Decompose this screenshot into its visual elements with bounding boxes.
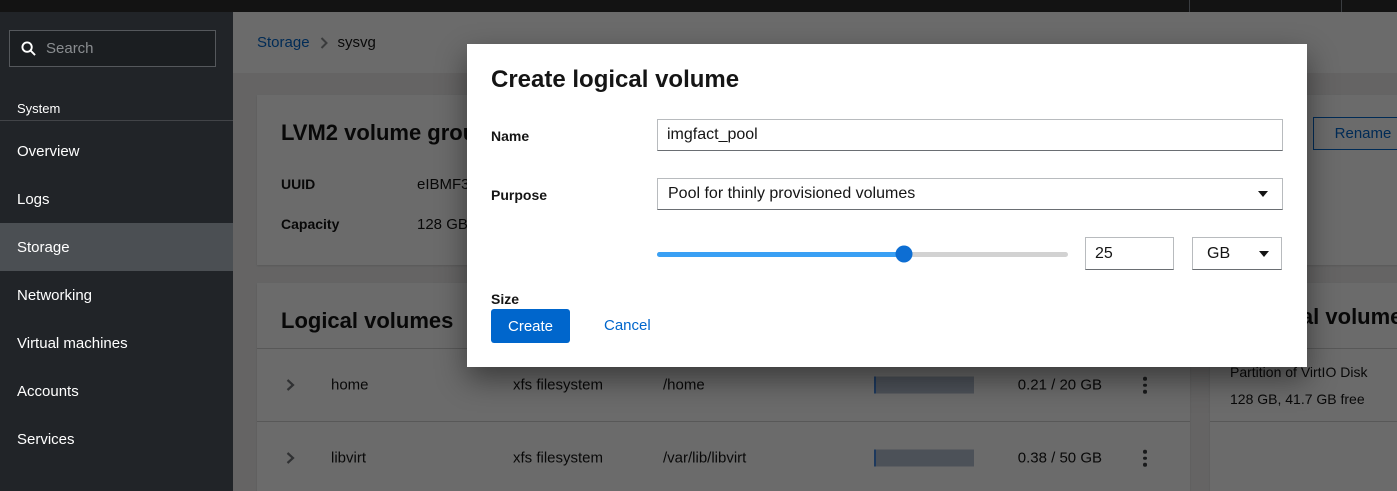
sidebar-section-label: System (17, 101, 60, 116)
name-field[interactable] (657, 119, 1283, 151)
sidebar-search[interactable] (9, 30, 216, 67)
size-value-field[interactable] (1085, 237, 1174, 270)
sidebar: System Overview Logs Storage Networking … (0, 12, 233, 491)
sidebar-item-networking[interactable]: Networking (0, 271, 233, 319)
size-label: Size (491, 291, 519, 307)
size-unit-selected-option: GB (1207, 245, 1230, 263)
create-logical-volume-dialog: Create logical volume Name Purpose Pool … (467, 44, 1307, 367)
sidebar-item-accounts[interactable]: Accounts (0, 367, 233, 415)
sidebar-item-storage[interactable]: Storage (0, 223, 233, 271)
search-icon (21, 41, 36, 56)
masthead-divider (1189, 0, 1190, 12)
purpose-selected-option: Pool for thinly provisioned volumes (668, 185, 915, 203)
search-input[interactable] (46, 40, 245, 57)
size-unit-select[interactable]: GB (1192, 237, 1282, 270)
purpose-select[interactable]: Pool for thinly provisioned volumes (657, 178, 1283, 210)
sidebar-item-logs[interactable]: Logs (0, 175, 233, 223)
sidebar-item-services[interactable]: Services (0, 415, 233, 463)
dropdown-caret-icon (1258, 191, 1268, 197)
cockpit-app: System Overview Logs Storage Networking … (0, 0, 1397, 491)
size-slider[interactable] (657, 246, 1068, 262)
slider-fill (657, 252, 904, 257)
sidebar-divider (0, 120, 233, 121)
slider-handle[interactable] (895, 246, 912, 263)
dialog-title: Create logical volume (491, 66, 739, 94)
masthead-divider (1341, 0, 1342, 12)
sidebar-nav: Overview Logs Storage Networking Virtual… (0, 127, 233, 463)
sidebar-item-overview[interactable]: Overview (0, 127, 233, 175)
dropdown-caret-icon (1259, 251, 1269, 257)
create-button[interactable]: Create (491, 309, 570, 343)
purpose-label: Purpose (491, 187, 547, 203)
sidebar-item-virtual-machines[interactable]: Virtual machines (0, 319, 233, 367)
name-label: Name (491, 128, 529, 144)
masthead (0, 0, 1397, 12)
cancel-button[interactable]: Cancel (604, 317, 651, 334)
